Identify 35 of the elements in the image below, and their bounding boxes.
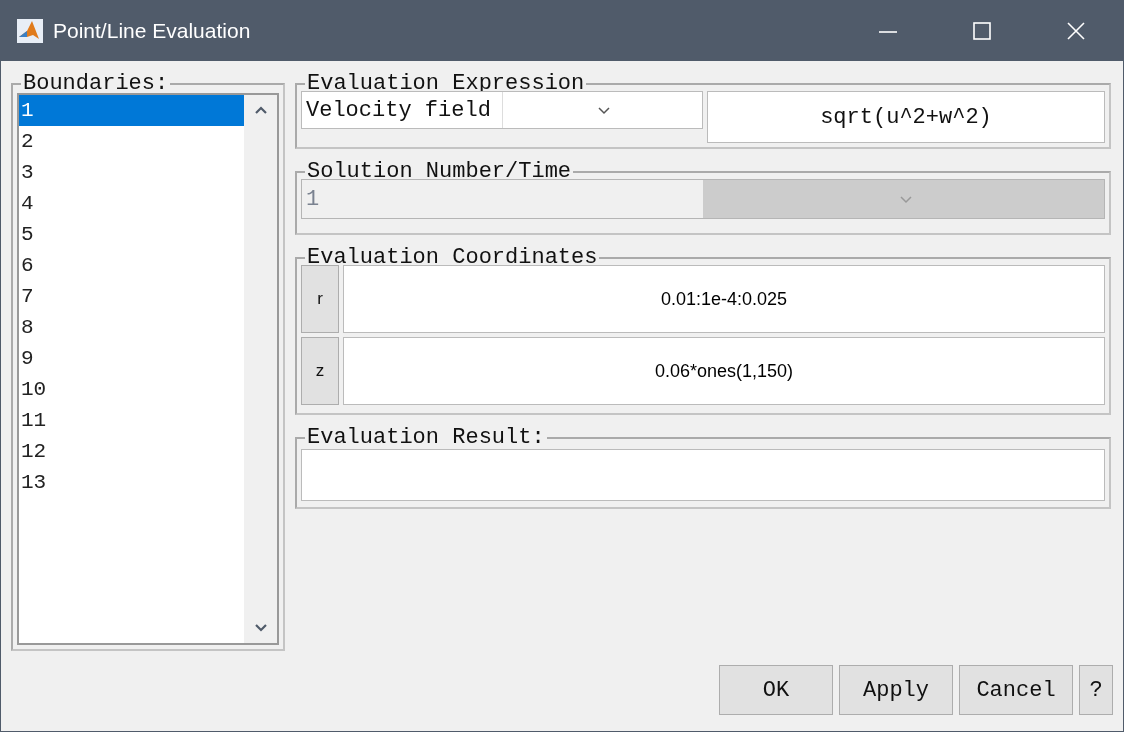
list-item[interactable]: 7 xyxy=(19,281,244,312)
expression-field[interactable]: sqrt(u^2+w^2) xyxy=(707,91,1105,143)
list-item[interactable]: 5 xyxy=(19,219,244,250)
scrollbar[interactable] xyxy=(244,95,277,643)
list-item[interactable]: 12 xyxy=(19,436,244,467)
coordinate-button[interactable]: r xyxy=(301,265,339,333)
scroll-up-icon[interactable] xyxy=(253,105,268,115)
list-item[interactable]: 3 xyxy=(19,157,244,188)
group-label: Evaluation Result: xyxy=(306,425,546,451)
coordinate-field[interactable]: 0.06*ones(1,150) xyxy=(343,337,1105,405)
maximize-icon[interactable] xyxy=(973,22,991,40)
list-item[interactable]: 9 xyxy=(19,343,244,374)
app-logo-icon xyxy=(17,19,43,44)
dialog-button[interactable]: OK xyxy=(719,665,833,715)
window-title: Point/Line Evaluation xyxy=(53,18,252,45)
result-field[interactable] xyxy=(301,449,1105,501)
list-item[interactable]: 2 xyxy=(19,126,244,157)
expression-dropdown[interactable]: Velocity field xyxy=(301,91,703,129)
scroll-down-icon[interactable] xyxy=(253,623,268,633)
list-item[interactable]: 1 xyxy=(19,95,244,126)
boundary-list[interactable]: 1 2 3 4 5 6 7 8 9 10 11 12 13 xyxy=(17,93,279,645)
list-item[interactable]: 10 xyxy=(19,374,244,405)
dialog-button[interactable]: ? xyxy=(1079,665,1113,715)
chevron-down-icon xyxy=(597,105,612,115)
coordinate-button[interactable]: z xyxy=(301,337,339,405)
dialog-button[interactable]: Cancel xyxy=(959,665,1073,715)
dialog-button[interactable]: Apply xyxy=(839,665,953,715)
list-item[interactable]: 8 xyxy=(19,312,244,343)
list-item[interactable]: 4 xyxy=(19,188,244,219)
coordinate-field[interactable]: 0.01:1e-4:0.025 xyxy=(343,265,1105,333)
chevron-down-icon xyxy=(898,194,913,204)
close-icon[interactable] xyxy=(1067,22,1085,40)
list-item[interactable]: 11 xyxy=(19,405,244,436)
list-item[interactable]: 6 xyxy=(19,250,244,281)
list-item[interactable]: 13 xyxy=(19,467,244,498)
